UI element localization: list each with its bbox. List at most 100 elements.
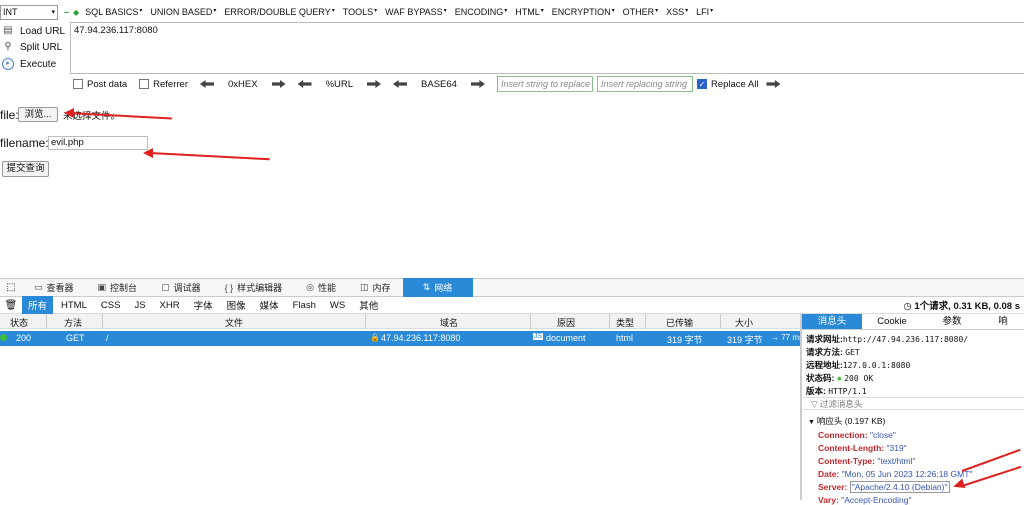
replace-all-checkbox[interactable]: ✓ Replace All xyxy=(696,79,758,90)
menu-html[interactable]: HTML▾ xyxy=(515,7,544,17)
checkbox-box[interactable] xyxy=(139,79,150,89)
int-select[interactable]: INT ▾ xyxy=(0,4,58,20)
referrer-checkbox[interactable]: Referrer xyxy=(139,79,188,90)
annotation-arrowhead xyxy=(64,108,74,118)
tab-debugger[interactable]: ▢ 调试器 xyxy=(149,278,213,297)
column-size[interactable]: 大小 xyxy=(735,316,753,329)
header-value: "319" xyxy=(886,443,907,453)
status-green-dot-icon: ● xyxy=(836,373,842,383)
menu-label: ENCRYPTION xyxy=(551,7,611,17)
diamond-icon[interactable]: ◆ xyxy=(73,8,79,17)
menu-waf-bypass[interactable]: WAF BYPASS▾ xyxy=(385,7,447,17)
filename-input[interactable]: evil.php xyxy=(48,136,148,150)
post-data-checkbox[interactable]: Post data xyxy=(73,79,127,90)
filter-flash[interactable]: Flash xyxy=(287,298,322,313)
filter-xhr[interactable]: XHR xyxy=(154,298,186,313)
header-name: Content-Type: xyxy=(818,456,875,466)
network-icon: ⇅ xyxy=(422,282,431,292)
filter-icon: ▽ xyxy=(811,399,820,409)
menu-tools[interactable]: TOOLS▾ xyxy=(343,7,377,17)
minus-icon[interactable]: – xyxy=(64,7,69,17)
decode-left-arrow-icon[interactable] xyxy=(199,80,214,88)
load-url-label: Load URL xyxy=(20,25,66,37)
tab-console[interactable]: ▣ 控制台 xyxy=(86,278,150,297)
method-label: 请求方法: xyxy=(806,347,843,357)
checkbox-box[interactable] xyxy=(73,79,83,89)
split-url-label: Split URL xyxy=(20,41,63,53)
table-row[interactable]: 200 GET / 🔒 47.94.236.117:8080 JS docume… xyxy=(0,331,803,346)
encode-right-arrow-icon[interactable] xyxy=(470,80,485,88)
pick-element-icon[interactable]: ⬚ xyxy=(0,282,22,293)
tab-label: 控制台 xyxy=(110,283,138,293)
console-icon: ▣ xyxy=(97,282,107,292)
version-line: 版本: HTTP/1.1 xyxy=(806,385,867,397)
summary-text: 1个请求, 0.31 KB, 0.08 s xyxy=(914,301,1020,312)
column-file[interactable]: 文件 xyxy=(225,316,243,329)
column-transferred[interactable]: 已传输 xyxy=(666,316,693,329)
menu-xss[interactable]: XSS▾ xyxy=(666,7,688,17)
checkbox-checked[interactable]: ✓ xyxy=(696,79,707,89)
menu-lfi[interactable]: LFI▾ xyxy=(696,7,713,17)
column-cause[interactable]: 原因 xyxy=(557,316,575,329)
decode-left-arrow-icon[interactable] xyxy=(297,80,312,88)
remote-label: 远程地址: xyxy=(806,360,843,370)
replace-arrow-icon[interactable] xyxy=(766,80,781,88)
tab-style-editor[interactable]: { } 样式编辑器 xyxy=(213,278,295,297)
status-line: 状态码: ● 200 OK xyxy=(806,372,873,384)
filter-media[interactable]: 媒体 xyxy=(254,296,285,314)
menu-label: WAF BYPASS xyxy=(385,7,443,17)
tab-performance[interactable]: ◎ 性能 xyxy=(294,278,348,297)
filter-headers-input[interactable]: ▽ 过滤消息头 xyxy=(803,397,1024,410)
execute-button[interactable]: ▸ Execute xyxy=(2,56,56,72)
browse-button[interactable]: 浏览... xyxy=(18,107,58,122)
tab-params[interactable]: 参数 xyxy=(922,314,982,329)
menu-other[interactable]: OTHER▾ xyxy=(623,7,659,17)
annotation-arrowhead xyxy=(951,478,966,492)
filter-ws[interactable]: WS xyxy=(324,298,351,313)
menu-union-based[interactable]: UNION BASED▾ xyxy=(150,7,216,17)
menu-encoding[interactable]: ENCODING▾ xyxy=(455,7,508,17)
split-url-button[interactable]: ⚲ Split URL xyxy=(2,39,62,55)
replace-action[interactable] xyxy=(766,80,781,88)
int-select-value: INT xyxy=(3,6,18,17)
filter-html[interactable]: HTML xyxy=(55,298,93,313)
tab-inspector[interactable]: ▭ 查看器 xyxy=(22,278,86,297)
column-status[interactable]: 状态 xyxy=(10,316,28,329)
encode-right-arrow-icon[interactable] xyxy=(367,80,382,88)
menu-label: ENCODING xyxy=(454,7,504,17)
menu-error-double-query[interactable]: ERROR/DOUBLE QUERY▾ xyxy=(224,7,334,17)
tab-label: 查看器 xyxy=(46,283,74,293)
filename-value: evil.php xyxy=(51,137,84,148)
remote-line: 远程地址:127.0.0.1:8080 xyxy=(806,359,910,371)
tab-cookie[interactable]: Cookie xyxy=(862,314,922,329)
tab-response[interactable]: 响 xyxy=(982,314,1024,329)
trash-icon[interactable]: 🗑 xyxy=(0,300,22,311)
submit-button[interactable]: 提交查询 xyxy=(2,161,49,177)
decode-left-arrow-icon[interactable] xyxy=(393,80,408,88)
filter-all[interactable]: 所有 xyxy=(22,296,54,314)
column-type[interactable]: 类型 xyxy=(616,316,634,329)
filter-css[interactable]: CSS xyxy=(95,298,127,313)
encode-right-arrow-icon[interactable] xyxy=(271,80,286,88)
hackbar-menu: INT ▾ – ◆ SQL BASICS▾ UNION BASED▾ ERROR/… xyxy=(0,3,1024,21)
menu-sql-basics[interactable]: SQL BASICS▾ xyxy=(85,7,142,17)
column-method[interactable]: 方法 xyxy=(64,316,82,329)
remote-value: 127.0.0.1:8080 xyxy=(842,361,911,370)
filter-js[interactable]: JS xyxy=(128,298,151,313)
replace-string-input[interactable]: Insert string to replace xyxy=(496,76,593,92)
tab-network[interactable]: ⇅ 网络 xyxy=(402,278,473,297)
filter-images[interactable]: 图像 xyxy=(221,296,252,314)
load-url-button[interactable]: ▤ Load URL xyxy=(2,23,65,39)
tab-label: 网络 xyxy=(434,283,453,293)
tab-memory[interactable]: ◫ 内存 xyxy=(348,278,403,297)
js-badge-icon: JS xyxy=(533,333,544,340)
response-headers-toggle[interactable]: ▼ 响应头 (0.197 KB) xyxy=(808,415,885,427)
tab-headers[interactable]: 消息头 xyxy=(802,314,862,329)
filter-other[interactable]: 其他 xyxy=(353,296,384,314)
menu-encryption[interactable]: ENCRYPTION▾ xyxy=(552,7,615,17)
panel-splitter[interactable] xyxy=(800,314,802,500)
filter-fonts[interactable]: 字体 xyxy=(188,296,219,314)
column-domain[interactable]: 域名 xyxy=(440,316,458,329)
replacing-string-input[interactable]: Insert replacing string xyxy=(596,76,693,92)
url-textarea[interactable]: 47.94.236.117:8080 xyxy=(70,22,1024,74)
